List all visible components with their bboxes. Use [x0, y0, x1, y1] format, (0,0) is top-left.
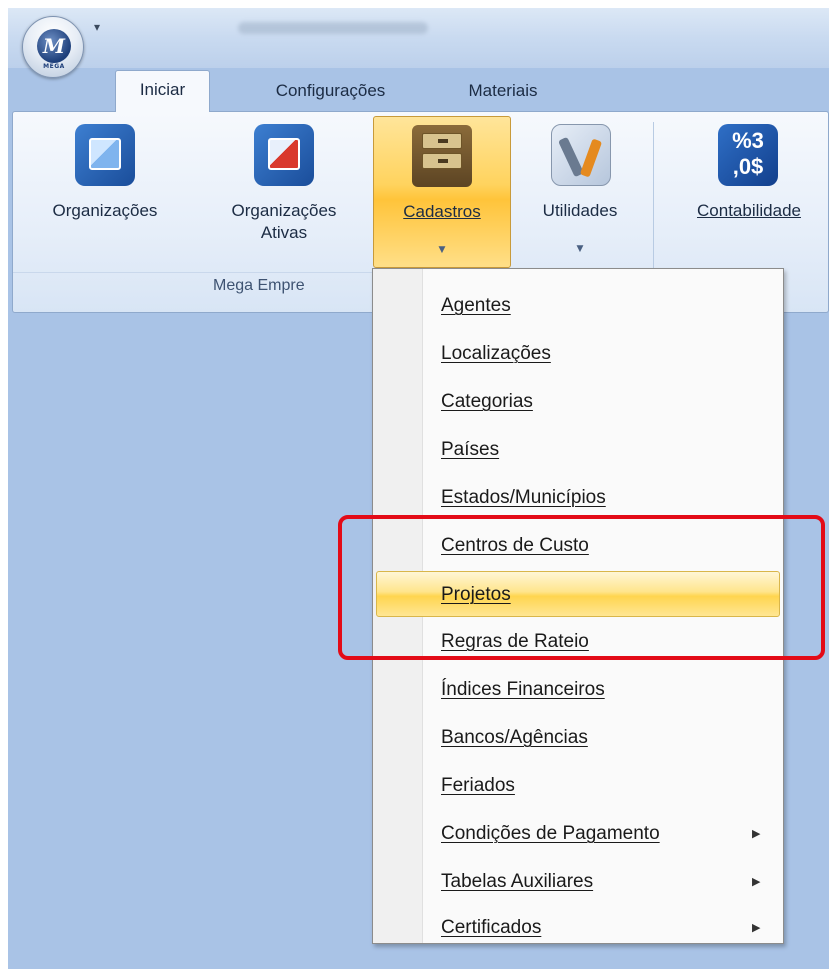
tab-configuracoes[interactable]: Configurações: [243, 72, 418, 110]
organizacoes-ativas-button[interactable]: Organizações Ativas: [209, 116, 359, 266]
mega-logo-icon: M: [37, 29, 71, 63]
chevron-down-icon: ▼: [576, 244, 584, 254]
annotation-highlight-box: [338, 515, 825, 660]
menu-item-tabelas-auxiliares[interactable]: Tabelas Auxiliares ▶: [373, 859, 783, 905]
menu-item-label: Certificados: [441, 917, 542, 938]
organizacoes-button[interactable]: Organizações: [35, 116, 175, 266]
menu-item-label: Condições de Pagamento: [441, 823, 660, 844]
application-menu-button[interactable]: M MEGA: [22, 16, 84, 78]
menu-item-label: Índices Financeiros: [441, 679, 605, 700]
app-window: ▾ M MEGA Iniciar Configurações Materiais…: [8, 8, 829, 969]
submenu-arrow-icon: ▶: [752, 876, 761, 888]
menu-item-condicoes-de-pagamento[interactable]: Condições de Pagamento ▶: [373, 811, 783, 857]
ribbon-group-label: Mega Empre: [213, 277, 305, 294]
chevron-down-icon: ▼: [438, 245, 446, 255]
cadastros-button[interactable]: Cadastros ▼: [373, 116, 511, 268]
menu-item-label: Países: [441, 439, 500, 460]
menu-item-bancos-agencias[interactable]: Bancos/Agências: [373, 715, 783, 761]
menu-item-label: Tabelas Auxiliares: [441, 871, 594, 892]
menu-item-label: Feriados: [441, 775, 515, 796]
menu-item-certificados[interactable]: Certificados ▶: [373, 905, 783, 951]
tab-materiais[interactable]: Materiais: [448, 72, 558, 110]
cube-icon: [75, 124, 135, 186]
tools-icon: [551, 124, 611, 186]
contabilidade-button[interactable]: %3 ,0$ Contabilidade: [668, 116, 829, 266]
menu-item-label: Categorias: [441, 391, 533, 412]
organizacoes-ativas-label: Organizações Ativas: [209, 200, 359, 244]
menu-item-feriados[interactable]: Feriados: [373, 763, 783, 809]
tab-iniciar[interactable]: Iniciar: [115, 70, 210, 112]
menu-item-localizacoes[interactable]: Localizações: [373, 331, 783, 377]
quick-access-toolbar-button[interactable]: ▾: [88, 18, 106, 36]
window-title-blurred: [238, 22, 428, 34]
menu-item-indices-financeiros[interactable]: Índices Financeiros: [373, 667, 783, 713]
menu-item-agentes[interactable]: Agentes: [373, 283, 783, 329]
organizacoes-label: Organizações: [52, 201, 158, 220]
utilidades-button[interactable]: Utilidades ▼: [521, 116, 639, 266]
logo-caption: MEGA: [43, 63, 65, 70]
file-cabinet-icon: [412, 125, 472, 187]
cube-red-icon: [254, 124, 314, 186]
ribbon-group-divider: [653, 122, 654, 292]
menu-item-label: Localizações: [441, 343, 551, 364]
menu-item-categorias[interactable]: Categorias: [373, 379, 783, 425]
title-bar: ▾: [8, 8, 829, 68]
contabilidade-label: Contabilidade: [697, 201, 801, 220]
percent-money-icon: %3 ,0$: [718, 124, 778, 186]
menu-item-label: Bancos/Agências: [441, 727, 588, 748]
organizacoes-ativas-label-line1: Organizações: [231, 201, 337, 220]
submenu-arrow-icon: ▶: [752, 828, 761, 840]
organizacoes-ativas-label-line2: Ativas: [260, 223, 308, 242]
cadastros-label: Cadastros: [403, 202, 481, 221]
utilidades-label: Utilidades: [542, 201, 618, 220]
menu-item-paises[interactable]: Países: [373, 427, 783, 473]
submenu-arrow-icon: ▶: [752, 922, 761, 934]
menu-item-label: Agentes: [441, 295, 511, 316]
